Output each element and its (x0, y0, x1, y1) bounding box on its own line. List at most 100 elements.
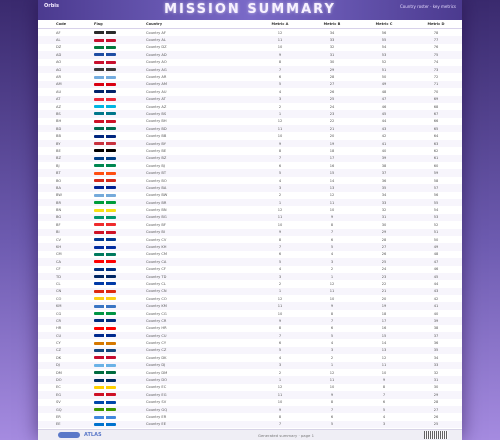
flag-icon (76, 319, 146, 323)
flag-swatch (94, 31, 116, 35)
cell-code: CG (56, 311, 62, 316)
flag-swatch (94, 408, 116, 412)
flag-swatch (94, 422, 116, 426)
col-header-country: Country (146, 22, 163, 26)
cell-country: Country CL (146, 281, 166, 286)
cell-metric-c: 19 (381, 304, 387, 309)
cell-metric-a: 7 (278, 156, 282, 161)
cell-metric-d: 36 (433, 341, 439, 346)
cell-country: Country BZ (146, 156, 167, 161)
cell-metric-b: 16 (329, 163, 335, 168)
cell-metric-a: 6 (278, 252, 282, 257)
cell-metric-b: 8 (330, 222, 334, 227)
cell-metric-a: 9 (278, 141, 282, 146)
cell-metric-d: 39 (433, 318, 439, 323)
cell-code: BR (56, 200, 61, 205)
cell-metric-a: 5 (278, 82, 282, 87)
table-header-row: Code Flag Country Metric A Metric B Metr… (38, 20, 462, 29)
table-row: DJ Country DJ 3 1 11 33 (38, 361, 462, 369)
cell-metric-c: 27 (381, 245, 387, 250)
cell-country: Country EG (146, 392, 167, 397)
cell-metric-c: 11 (381, 363, 387, 368)
cell-metric-b: 23 (329, 111, 335, 116)
cell-metric-c: 52 (381, 60, 387, 65)
banner-note: Country roster · key metrics (400, 4, 456, 9)
flag-icon (76, 223, 146, 227)
cell-metric-d: 60 (433, 163, 439, 168)
cell-metric-b: 31 (329, 52, 335, 57)
flag-swatch (94, 267, 116, 271)
table-row: CV Country CV 8 6 28 50 (38, 236, 462, 243)
cell-metric-a: 2 (278, 370, 282, 375)
table-row: DK Country DK 4 2 12 34 (38, 354, 462, 361)
table-row: BG Country BG 11 9 31 53 (38, 213, 462, 222)
flag-swatch (94, 275, 116, 279)
cell-metric-c: 6 (382, 400, 386, 405)
cell-metric-a: 8 (278, 237, 282, 242)
cell-metric-d: 44 (433, 281, 439, 286)
cell-metric-b: 12 (329, 193, 335, 198)
cell-metric-d: 78 (433, 30, 439, 35)
cell-country: Country EE (146, 422, 166, 427)
cell-metric-a: 11 (277, 126, 283, 131)
cell-metric-d: 30 (433, 385, 439, 390)
cell-metric-c: 31 (381, 215, 387, 220)
flag-icon (76, 105, 146, 109)
cell-metric-d: 54 (433, 208, 439, 213)
col-header-metric-a: Metric A (271, 22, 289, 26)
footer-note: Generated summary · page 1 (258, 433, 314, 438)
cell-metric-a: 4 (278, 267, 282, 272)
table-row: BY Country BY 9 19 41 63 (38, 139, 462, 148)
flag-swatch (94, 393, 116, 397)
col-header-flag: Flag (94, 22, 103, 26)
cell-code: AU (56, 89, 62, 94)
cell-metric-c: 9 (382, 378, 386, 383)
cell-country: Country DJ (146, 363, 166, 368)
table-row: ER Country ER 8 6 4 26 (38, 413, 462, 420)
cell-metric-c: 49 (381, 82, 387, 87)
cell-metric-a: 9 (278, 230, 282, 235)
cell-country: Country CU (146, 333, 167, 338)
cell-country: Country AD (146, 52, 167, 57)
cell-country: Country BT (146, 171, 167, 176)
cell-metric-b: 33 (329, 38, 335, 43)
cell-country: Country EC (146, 385, 167, 390)
cell-code: CU (56, 333, 62, 338)
cell-metric-d: 34 (433, 355, 439, 360)
cell-country: Country BE (146, 148, 167, 153)
flag-icon (76, 334, 146, 338)
cell-metric-c: 33 (381, 200, 387, 205)
table-row: AZ Country AZ 2 24 46 68 (38, 103, 462, 110)
cell-metric-b: 14 (329, 178, 335, 183)
cell-metric-c: 21 (381, 289, 387, 294)
table-row: CA Country CA 5 3 25 47 (38, 258, 462, 266)
table-row: AL Country AL 11 33 55 77 (38, 36, 462, 44)
cell-country: Country DO (146, 378, 168, 383)
cell-metric-a: 9 (278, 52, 282, 57)
cell-metric-b: 13 (329, 185, 335, 190)
flag-swatch (94, 45, 116, 49)
cell-metric-a: 5 (278, 348, 282, 353)
cell-metric-b: 1 (330, 363, 334, 368)
cell-metric-b: 8 (330, 400, 334, 405)
cell-metric-a: 6 (278, 341, 282, 346)
cell-metric-b: 11 (329, 200, 335, 205)
cell-country: Country CG (146, 311, 167, 316)
flag-icon (76, 112, 146, 116)
flag-icon (76, 68, 146, 72)
cell-code: BT (56, 171, 61, 176)
cell-metric-b: 2 (330, 355, 334, 360)
flag-icon (76, 378, 146, 382)
cell-metric-a: 1 (278, 111, 282, 116)
cell-metric-c: 30 (381, 222, 387, 227)
cell-metric-c: 42 (381, 134, 387, 139)
cell-code: CZ (56, 348, 61, 353)
cell-metric-d: 56 (433, 193, 439, 198)
cell-metric-c: 32 (381, 208, 387, 213)
cell-metric-d: 59 (433, 171, 439, 176)
cell-code: BD (56, 126, 62, 131)
flag-icon (76, 97, 146, 101)
cell-metric-d: 74 (433, 60, 439, 65)
cell-code: AT (56, 97, 61, 102)
flag-swatch (94, 127, 116, 131)
